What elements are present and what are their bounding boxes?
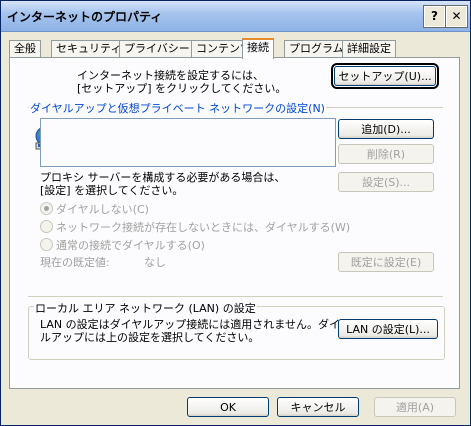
tab-security[interactable]: セキュリティ: [51, 40, 127, 57]
dialup-group-title: ダイヤルアップと仮想プライベート ネットワークの設定(N): [29, 100, 326, 116]
proxy-text-line2: [設定] を選択してください。: [40, 184, 184, 197]
close-button[interactable]: ✕: [445, 5, 468, 28]
radio-dial-when-no-network-label: ネットワーク接続が存在しないときには、ダイヤルする(W): [56, 221, 351, 234]
lan-group-title: ローカル エリア ネットワーク (LAN) の設定: [34, 300, 257, 316]
set-default-button[interactable]: 既定に設定(E): [338, 252, 434, 272]
radio-never-dial[interactable]: ダイヤルしない(C): [40, 201, 149, 217]
ok-button[interactable]: OK: [187, 397, 269, 417]
tab-connections[interactable]: 接続: [242, 38, 274, 59]
window-title: インターネットのプロパティ: [7, 10, 163, 24]
lan-text-line1: LAN の設定はダイヤルアップ接続には適用されません。ダイヤ: [40, 318, 351, 331]
connections-panel: インターネット接続を設定するには、 [セットアップ] をクリックしてください。 …: [9, 57, 460, 389]
setup-button[interactable]: セットアップ(U)...: [331, 63, 439, 89]
radio-dial-when-no-network[interactable]: ネットワーク接続が存在しないときには、ダイヤルする(W): [40, 219, 350, 235]
tab-privacy[interactable]: プライバシー: [119, 40, 195, 57]
lan-settings-button[interactable]: LAN の設定(L)...: [338, 319, 438, 339]
proxy-text-line1: プロキシ サーバーを構成する必要がある場合は、: [40, 171, 286, 184]
dialup-bottom-separator: [28, 296, 443, 297]
cancel-button[interactable]: キャンセル: [277, 397, 359, 417]
radio-dot-icon: [40, 202, 53, 215]
tab-programs[interactable]: プログラム: [284, 40, 349, 57]
intro-text-line2: [セットアップ] をクリックしてください。: [77, 82, 287, 95]
internet-properties-dialog: インターネットのプロパティ ? ✕ 全般 セキュリティ プライバシー コンテンツ…: [0, 0, 471, 426]
dialup-settings-button[interactable]: 設定(S)...: [338, 172, 434, 192]
apply-button[interactable]: 適用(A): [374, 397, 456, 417]
radio-never-dial-label: ダイヤルしない(C): [56, 203, 149, 216]
remove-connection-button[interactable]: 削除(R): [338, 144, 434, 164]
radio-dot-icon: [40, 220, 53, 233]
dialup-connection-list[interactable]: [40, 118, 336, 167]
tab-general[interactable]: 全般: [9, 40, 41, 57]
radio-always-dial-label: 通常の接続でダイヤルする(O): [56, 239, 205, 252]
tab-advanced[interactable]: 詳細設定: [342, 40, 396, 57]
current-default-label: 現在の既定値:: [40, 256, 110, 269]
intro-text-line1: インターネット接続を設定するには、: [77, 69, 264, 82]
help-button[interactable]: ?: [423, 5, 446, 28]
radio-dot-icon: [40, 238, 53, 251]
add-connection-button[interactable]: 追加(D)...: [338, 119, 434, 139]
radio-always-dial[interactable]: 通常の接続でダイヤルする(O): [40, 237, 205, 253]
lan-text-line2: ルアップには上の設定を選択してください。: [40, 331, 260, 344]
title-bar[interactable]: インターネットのプロパティ ? ✕: [1, 1, 470, 32]
current-default-value: なし: [144, 256, 166, 269]
